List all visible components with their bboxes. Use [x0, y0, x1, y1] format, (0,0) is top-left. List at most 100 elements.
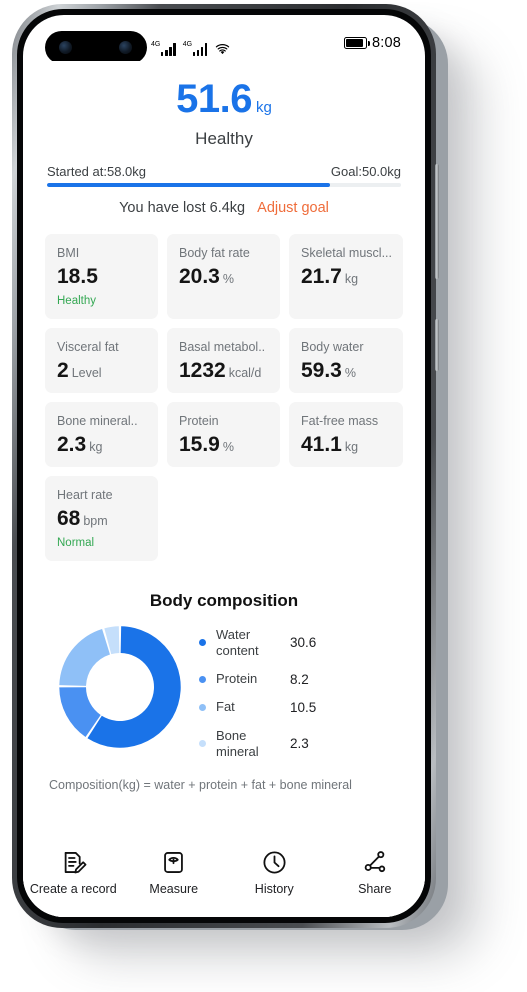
weight-unit: kg	[256, 99, 272, 116]
metric-unit: kg	[344, 439, 359, 454]
metric-card[interactable]: Protein 15.9%	[166, 401, 280, 467]
nav-item-create-a-record[interactable]: Create a record	[23, 849, 124, 896]
goal-weight-label: Goal:50.0kg	[330, 164, 401, 179]
start-weight-label: Started at:58.0kg	[47, 164, 147, 179]
metric-card[interactable]: Body fat rate 20.3%	[166, 233, 280, 319]
metric-value-row: 41.1 kg	[301, 434, 392, 455]
phone-screen: 4G 4G 8:08 51.6 kg Healthy Started at:58…	[23, 15, 425, 917]
health-status-label: Healthy	[195, 129, 253, 148]
metric-unit: %	[344, 365, 356, 380]
clock-icon	[263, 851, 286, 874]
weight-lost-label: You have lost 6.4kg	[119, 199, 246, 216]
metric-value-row: 2 Level	[57, 360, 147, 381]
legend-label: Fat	[216, 699, 235, 715]
metric-card[interactable]: Body water 59.3%	[288, 327, 403, 393]
nav-item-measure[interactable]: Measure	[124, 849, 225, 896]
adjust-goal-link[interactable]: Adjust goal	[257, 200, 329, 216]
battery-fill	[345, 39, 363, 47]
metric-card[interactable]: Visceral fat 2 Level	[45, 327, 158, 393]
metric-unit: kg	[344, 271, 359, 286]
nav-item-label: Measure	[149, 882, 199, 896]
status-bar-left: 4G 4G	[151, 36, 231, 56]
nav-item-label: History	[254, 882, 294, 896]
metric-label: Heart rate	[57, 487, 113, 502]
composition-footnote: Composition(kg) = water + protein + fat …	[49, 778, 352, 792]
metric-value: 59.3	[300, 358, 342, 382]
metric-value: 2.3	[57, 432, 87, 456]
legend-item: Water content 30.6	[199, 627, 403, 660]
metric-value-row: 15.9%	[179, 434, 269, 455]
network-type-label: 4G	[151, 41, 161, 48]
camera-lens-icon	[119, 41, 132, 54]
nav-item-label: Create a record	[29, 882, 117, 896]
metric-unit: bpm	[83, 513, 108, 528]
metric-value: 20.3	[178, 264, 220, 288]
legend-color-dot-icon	[199, 675, 206, 683]
nav-item-share[interactable]: Share	[325, 849, 426, 896]
composition-legend: Water content 30.6 Protein 8.2 Fat 10.5 Bone m…	[195, 621, 403, 761]
metric-value: 1232	[178, 358, 226, 382]
status-bar-right: 8:08	[343, 35, 401, 51]
legend-color-dot-icon	[199, 703, 206, 711]
metric-value-row: 21.7 kg	[301, 266, 392, 287]
metric-unit: Level	[71, 365, 102, 380]
metric-value: 18.5	[57, 264, 98, 288]
metric-value-row: 59.3%	[301, 360, 392, 381]
metric-label: Body water	[300, 339, 364, 354]
network-type-label-2: 4G	[182, 41, 193, 48]
legend-value: 30.6	[290, 635, 317, 651]
status-bar: 4G 4G 8:08	[23, 15, 425, 64]
metric-value: 2	[57, 358, 69, 382]
legend-label: Bone mineral	[216, 727, 259, 759]
metric-unit: kg	[89, 439, 103, 454]
camera-cutout	[45, 31, 147, 64]
legend-value: 2.3	[290, 736, 309, 752]
signal-bars-icon	[160, 43, 176, 56]
metric-card[interactable]: Bone mineral.. 2.3 kg	[45, 401, 158, 467]
body-composition-donut-chart	[59, 625, 181, 748]
metric-card[interactable]: BMI 18.5 Healthy	[45, 233, 158, 319]
legend-label: Protein	[216, 671, 258, 686]
progress-note-row: You have lost 6.4kg Adjust goal	[47, 200, 401, 216]
bottom-navigation-bar: Create a record Measure History Share	[23, 841, 425, 917]
body-composition-section: Body composition Water content 30.6 Protei…	[23, 591, 425, 795]
metric-unit: %	[222, 271, 234, 286]
metric-value-row: 1232 kcal/d	[179, 360, 269, 381]
weight-hero: 51.6 kg Healthy	[23, 61, 425, 149]
metric-value-row: 18.5	[57, 266, 147, 287]
metric-status-badge: Normal	[57, 536, 95, 549]
metric-value: 68	[57, 506, 81, 530]
nav-item-history[interactable]: History	[224, 849, 325, 896]
metric-card[interactable]: Basal metabol.. 1232 kcal/d	[166, 327, 280, 393]
metric-label: BMI	[57, 245, 80, 260]
metric-unit: %	[222, 439, 234, 454]
signal-bars-icon	[192, 43, 208, 56]
camera-lens-icon	[59, 41, 72, 54]
metric-card[interactable]: Heart rate 68 bpm Normal	[45, 475, 158, 561]
metric-value-row: 20.3%	[179, 266, 269, 287]
phone-frame: 4G 4G 8:08 51.6 kg Healthy Started at:58…	[12, 4, 439, 928]
volume-button[interactable]	[435, 164, 439, 279]
composition-title: Body composition	[149, 590, 299, 610]
app-content: 51.6 kg Healthy Started at:58.0kg Goal:5…	[23, 61, 425, 917]
metric-value: 21.7	[300, 264, 342, 288]
goal-progress-section: Started at:58.0kg Goal:50.0kg You have l…	[47, 164, 401, 216]
metric-card[interactable]: Fat-free mass 41.1 kg	[288, 401, 403, 467]
legend-value: 8.2	[290, 671, 309, 687]
metric-card[interactable]: Skeletal muscl... 21.7 kg	[288, 233, 403, 319]
donut-segment[interactable]	[59, 628, 110, 686]
metric-label: Bone mineral..	[57, 413, 138, 428]
legend-color-dot-icon	[199, 740, 206, 748]
metrics-grid: BMI 18.5 Healthy Body fat rate 20.3% Skeletal…	[45, 233, 403, 561]
metric-label: Fat-free mass	[300, 413, 379, 428]
battery-icon	[343, 37, 370, 49]
nav-item-label: Share	[358, 882, 392, 896]
donut-chart-wrap	[45, 621, 195, 753]
weight-display: 51.6 kg	[23, 79, 425, 119]
legend-item: Protein 8.2	[199, 671, 403, 687]
signal-icon: 4G	[151, 41, 176, 56]
progress-bar-fill	[47, 183, 331, 187]
metric-value: 15.9	[178, 432, 220, 456]
power-button[interactable]	[435, 319, 439, 371]
legend-label: Water content	[216, 626, 259, 658]
